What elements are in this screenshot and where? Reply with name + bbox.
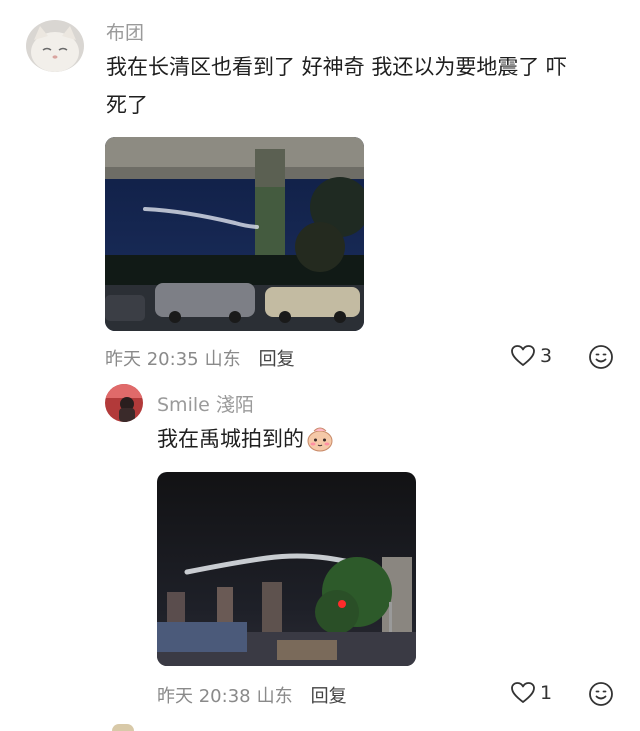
like-count: 1 [540,682,553,704]
comment-time: 昨天 20:35 [105,349,199,370]
comment-time: 昨天 20:38 [157,686,251,707]
avatar-cat[interactable] [26,20,84,72]
comment-photo-overpass-night[interactable] [105,137,364,331]
heart-outline-icon [511,345,535,366]
emoji-reaction-button[interactable] [588,681,614,711]
like-button[interactable]: 3 [510,344,552,368]
avatar-girl[interactable] [105,384,143,422]
comment-meta: 昨天 20:38 山东 回复 [157,682,347,708]
like-button[interactable]: 1 [510,681,552,705]
smiley-face-icon [589,345,613,369]
username[interactable]: Smile 淺陌 [157,390,254,417]
like-count: 3 [540,345,553,367]
smiley-face-icon [589,682,613,706]
comment-text-line-1: 我在长清区也看到了 好神奇 我还以为要地震了 吓 [106,55,568,79]
comment-location: 山东 [256,686,293,707]
emoji-reaction-button[interactable] [588,344,614,374]
reply-button[interactable]: 回复 [259,349,295,370]
shy-face-emoji-icon [307,427,333,452]
comment-location: 山东 [204,349,241,370]
username[interactable]: 布团 [106,18,144,45]
comment-meta: 昨天 20:35 山东 回复 [105,345,295,371]
comment-text: 我在长清区也看到了 好神奇 我还以为要地震了 吓 死了 [106,48,616,124]
reply-button[interactable]: 回复 [311,686,347,707]
comment-photo-city-night[interactable] [157,472,416,666]
comment-text-content: 我在禹城拍到的 [157,427,304,451]
comment-text-line-2: 死了 [106,93,148,117]
heart-outline-icon [511,682,535,703]
comment-text: 我在禹城拍到的 [157,420,334,458]
next-comment-avatar-partial [112,724,134,731]
